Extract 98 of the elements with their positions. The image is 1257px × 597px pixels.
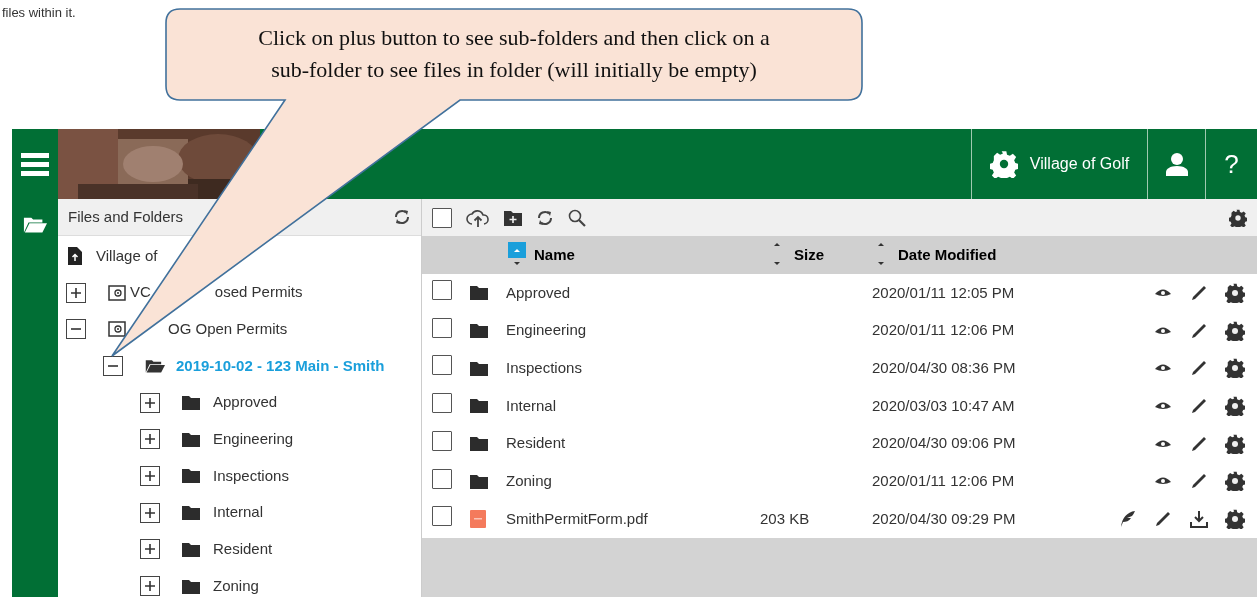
document-text: files within it.	[1, 6, 76, 20]
plus-icon	[70, 286, 82, 299]
settings-icon[interactable]	[1225, 508, 1245, 529]
tree-item[interactable]: Approved	[213, 391, 278, 414]
plus-icon	[144, 469, 156, 482]
settings-icon[interactable]	[1225, 471, 1245, 492]
tree-item[interactable]: VC	[130, 281, 151, 304]
expander-button[interactable]	[140, 429, 160, 450]
tree-item[interactable]: Resident	[213, 538, 273, 561]
plus-icon	[144, 396, 156, 409]
pencil-icon[interactable]	[1155, 510, 1171, 527]
folder-icon	[182, 395, 200, 411]
date-modified: 2020/01/11 12:05 PM	[872, 283, 1015, 301]
expander-button[interactable]	[66, 282, 86, 303]
row-checkbox[interactable]	[432, 468, 452, 489]
plus-icon	[144, 580, 156, 593]
cloud-upload-icon[interactable]	[466, 208, 490, 227]
column-header[interactable]: Date Modified	[872, 242, 997, 268]
date-modified: 2020/01/11 12:06 PM	[872, 321, 1015, 339]
panel-title: Files and Folders	[68, 206, 184, 227]
pencil-icon[interactable]	[1191, 473, 1207, 490]
folder-icon	[470, 360, 488, 376]
plus-icon	[144, 433, 156, 446]
row-checkbox[interactable]	[432, 280, 452, 301]
folder-icon	[182, 541, 200, 557]
file-name[interactable]: Zoning	[506, 472, 552, 490]
file-name[interactable]: Internal	[506, 396, 557, 414]
plus-icon	[144, 543, 156, 556]
file-icon	[68, 246, 82, 265]
search-icon[interactable]	[568, 208, 586, 227]
settings-icon[interactable]	[1225, 395, 1245, 416]
file-name[interactable]: SmithPermitForm.pdf	[506, 509, 648, 527]
pdf-file-icon	[470, 509, 486, 528]
tree-item[interactable]: Inspections	[213, 464, 289, 488]
menu-icon[interactable]	[21, 152, 49, 176]
refresh-icon[interactable]	[393, 208, 411, 226]
row-checkbox[interactable]	[432, 355, 452, 376]
file-name[interactable]: Inspections	[506, 358, 582, 376]
row-checkbox[interactable]	[432, 506, 452, 527]
pencil-icon[interactable]	[1191, 322, 1207, 339]
row-checkbox[interactable]	[432, 430, 452, 451]
pencil-icon[interactable]	[1191, 284, 1207, 301]
select-all-checkbox[interactable]	[432, 207, 452, 228]
settings-icon	[989, 150, 1018, 178]
pencil-icon[interactable]	[1191, 360, 1207, 377]
plus-icon	[144, 506, 156, 519]
drive-icon	[108, 284, 126, 301]
folder-icon	[470, 285, 488, 301]
folder-open-icon	[145, 357, 165, 374]
folder-icon	[182, 505, 200, 521]
file-name[interactable]: Approved	[506, 283, 571, 301]
folder-icon	[470, 323, 488, 339]
tree-item[interactable]: Engineering	[213, 428, 294, 451]
file-size: 203 KB	[760, 509, 810, 527]
download-icon[interactable]	[1190, 509, 1208, 528]
row-checkbox[interactable]	[432, 317, 452, 338]
column-header[interactable]: Name	[508, 242, 575, 268]
user-icon	[1164, 152, 1189, 176]
expander-button[interactable]	[66, 319, 86, 340]
date-modified: 2020/04/30 08:36 PM	[872, 358, 1016, 376]
folder-icon	[182, 431, 200, 447]
folder-icon	[182, 578, 200, 594]
folder-plus-icon[interactable]	[504, 209, 522, 226]
folder-icon	[470, 473, 488, 489]
folder-open-icon[interactable]	[23, 215, 47, 235]
refresh-icon[interactable]	[536, 208, 554, 227]
callout-text: Click on plus button to see sub-folders and then click on a sub-folder to see files in folder (will initially be empty)	[257, 24, 771, 84]
pencil-icon[interactable]	[1191, 435, 1207, 452]
feather-icon[interactable]	[1118, 509, 1136, 528]
pencil-icon[interactable]	[1191, 397, 1207, 414]
date-modified: 2020/01/11 12:06 PM	[872, 472, 1015, 490]
folder-icon	[470, 436, 488, 452]
expander-button[interactable]	[140, 539, 160, 560]
tree-item[interactable]: Internal	[213, 501, 264, 524]
drive-icon	[108, 321, 126, 338]
date-modified: 2020/04/30 09:29 PM	[872, 509, 1016, 527]
expander-button[interactable]	[140, 465, 160, 486]
expander-button[interactable]	[140, 392, 160, 413]
file-name[interactable]: Resident	[506, 434, 566, 452]
file-name[interactable]: Engineering	[506, 321, 587, 339]
settings-icon[interactable]	[1229, 208, 1247, 227]
tree-item[interactable]: osed Permits	[214, 281, 303, 304]
settings-icon[interactable]	[1225, 320, 1245, 341]
expander-button[interactable]	[140, 502, 160, 523]
folder-icon	[470, 398, 488, 414]
date-modified: 2020/03/03 10:47 AM	[872, 396, 1015, 414]
expander-button[interactable]	[140, 576, 160, 597]
settings-icon[interactable]	[1225, 282, 1245, 303]
expander-button[interactable]	[103, 355, 123, 376]
tree-item[interactable]: OG Open Permits	[168, 317, 288, 341]
date-modified: 2020/04/30 09:06 PM	[872, 434, 1016, 452]
settings-icon[interactable]	[1225, 433, 1245, 454]
column-header[interactable]: Size	[768, 242, 824, 268]
row-checkbox[interactable]	[432, 393, 452, 414]
folder-icon	[182, 468, 200, 484]
settings-icon[interactable]	[1225, 358, 1245, 379]
tree-item[interactable]: Village of	[96, 244, 158, 268]
tree-item[interactable]: Zoning	[213, 574, 259, 597]
